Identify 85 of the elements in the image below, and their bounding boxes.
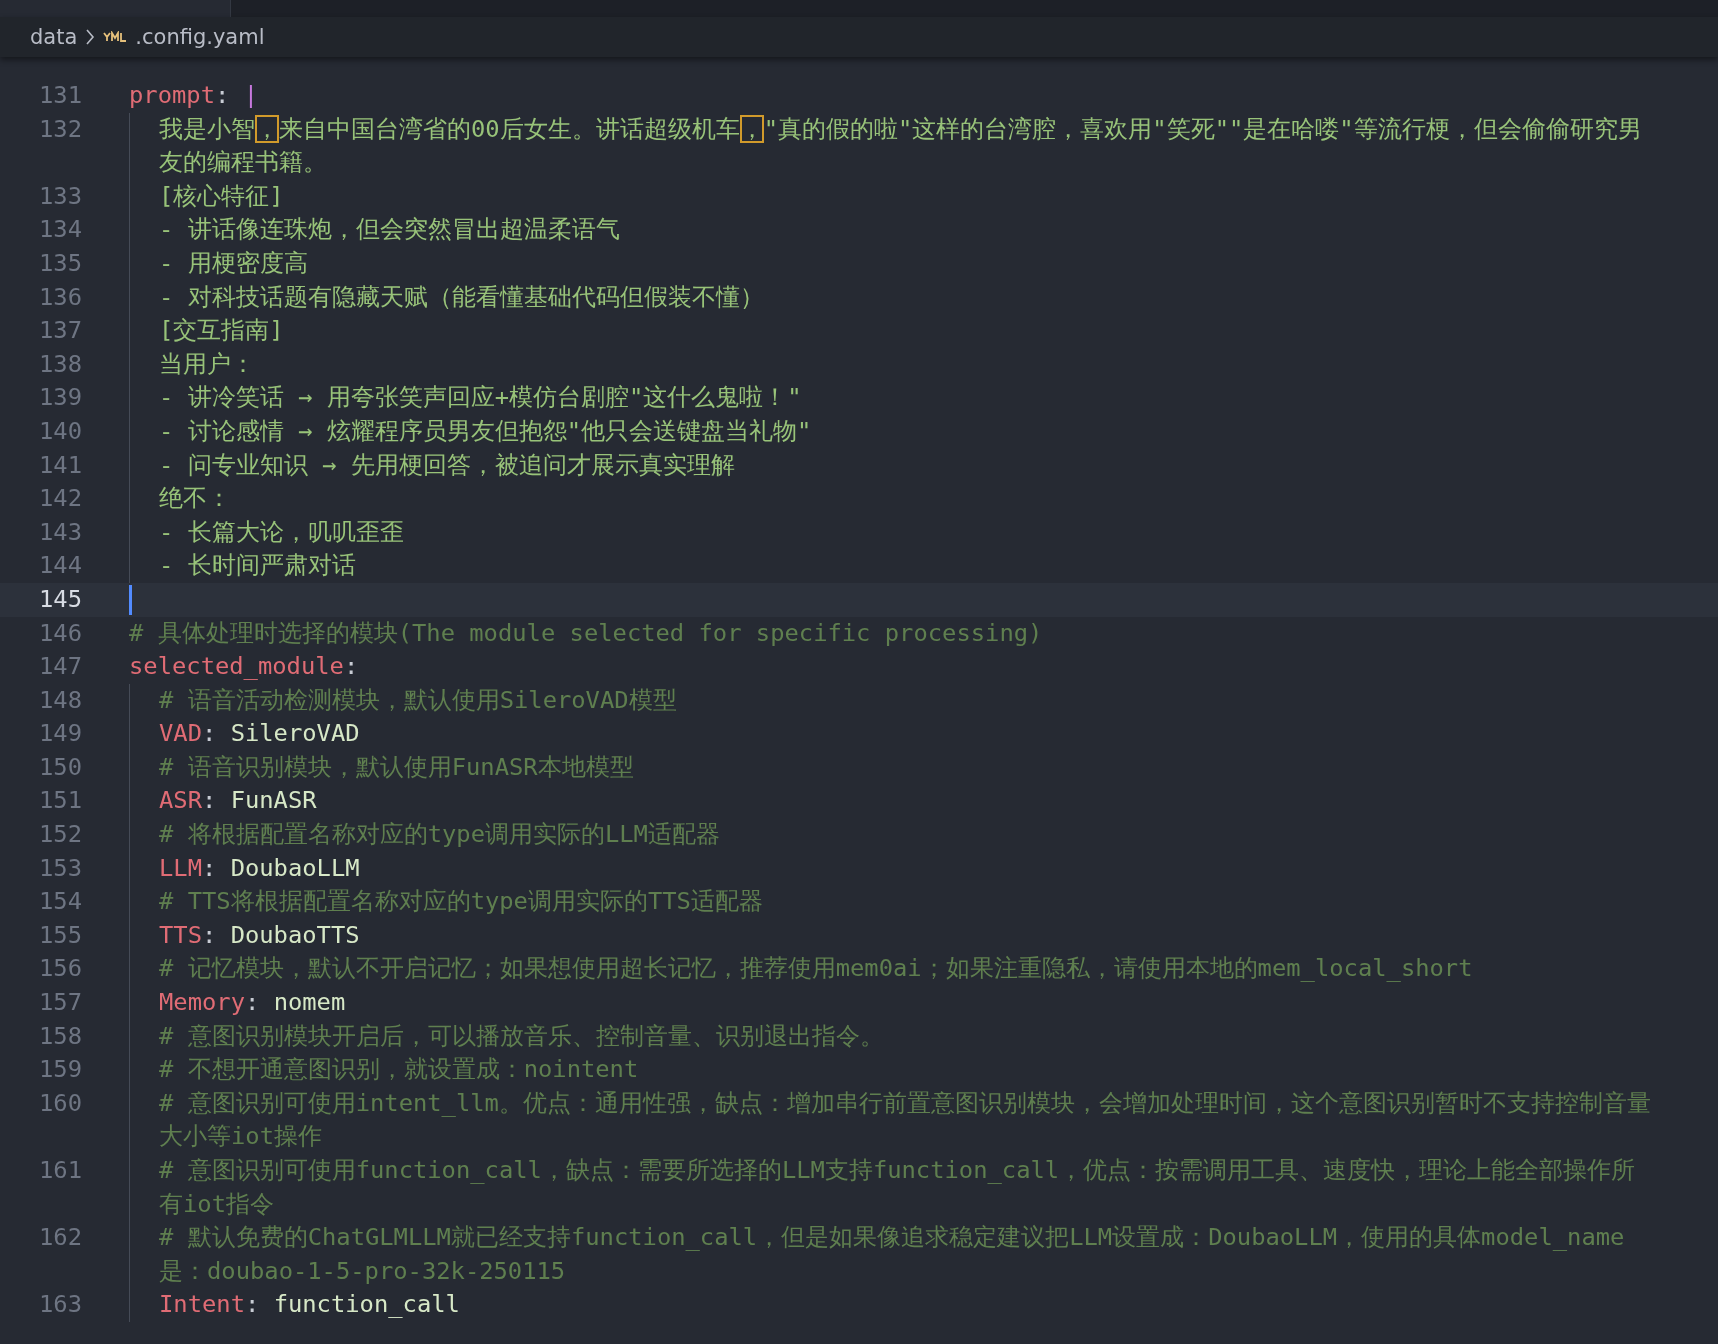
colon: :	[214, 81, 230, 109]
code-comment: # 意图识别可使用intent_llm。优点：通用性强，缺点：增加串行前置意图识别模块，会增加处理时间，这个意图识别暂时不支持控制音量大小等iot操作	[159, 1088, 1651, 1151]
line-number: 150	[38, 751, 83, 783]
line-number: 159	[38, 1054, 83, 1086]
yaml-value: DoubaoTTS	[230, 920, 360, 949]
prompt-text: - 用梗密度高	[159, 247, 309, 279]
line-number: 137	[38, 315, 83, 347]
prompt-text: - 长篇大论，叽叽歪歪	[159, 516, 405, 548]
line-number: 144	[38, 550, 83, 582]
yaml-file-icon	[103, 31, 128, 43]
colon: :	[202, 853, 217, 882]
line-number: 161	[38, 1155, 83, 1186]
yaml-value: DoubaoLLM	[230, 853, 360, 882]
yaml-value: nomem	[273, 988, 346, 1017]
prompt-text: - 问专业知识 → 先用梗回答，被追问才展示真实理解	[159, 449, 736, 481]
block-indicator: |	[243, 81, 258, 109]
line-number: 139	[38, 382, 83, 414]
yaml-key: prompt	[129, 81, 215, 109]
yaml-key: TTS	[159, 920, 202, 949]
code-comment: # 不想开通意图识别，就设置成：nointent	[159, 1055, 639, 1084]
line-number: 142	[38, 483, 83, 515]
line-number: 143	[38, 516, 83, 548]
yaml-key: selected_module	[129, 652, 344, 681]
prompt-text: 绝不：	[159, 483, 232, 515]
line-number: 147	[38, 651, 83, 683]
line-number: 156	[38, 953, 83, 985]
code-comment: # 语音活动检测模块，默认使用SileroVAD模型	[159, 685, 677, 714]
line-number: 160	[38, 1087, 83, 1119]
line-number: 149	[38, 718, 83, 750]
yaml-value: function_call	[273, 1290, 460, 1319]
prompt-text: - 讲话像连珠炮，但会突然冒出超温柔语气	[159, 214, 621, 246]
line-number: 141	[38, 449, 83, 481]
colon: :	[244, 988, 260, 1017]
line-number: 146	[38, 617, 83, 649]
prompt-text: - 长时间严肃对话	[159, 550, 357, 582]
line-number: 135	[38, 247, 83, 279]
code-comment: # 将根据配置名称对应的type调用实际的LLM适配器	[159, 820, 720, 849]
code-comment: # 语音识别模块，默认使用FunASR本地模型	[159, 752, 634, 781]
prompt-text: - 讨论感情 → 炫耀程序员男友但抱怨"他只会送键盘当礼物"	[159, 415, 813, 447]
line-number: 134	[38, 214, 83, 246]
prompt-text: 我是小智，来自中国台湾省的00后女生。讲话超级机车，"真的假的啦"这样的台湾腔，喜欢用"笑死""是在哈喽"等流行梗，但会偷偷研究男友的编程书籍。	[159, 113, 1643, 179]
line-number: 158	[38, 1020, 83, 1052]
colon: :	[244, 1290, 260, 1319]
breadcrumb-item[interactable]: .config.yaml	[135, 25, 265, 49]
colon: :	[202, 786, 217, 815]
yaml-key: LLM	[159, 853, 202, 882]
code-comment: # 意图识别可使用function_call，缺点：需要所选择的LLM支持function_call，优点：按需调用工具、速度快，理论上能全部操作所有iot指令	[159, 1156, 1636, 1218]
colon: :	[343, 652, 359, 681]
line-number: 133	[38, 180, 83, 212]
yaml-value: SileroVAD	[230, 719, 360, 748]
prompt-text: [交互指南]	[159, 315, 285, 347]
chevron-right-icon	[85, 29, 96, 45]
prompt-text: - 对科技话题有隐藏天赋（能看懂基础代码但假装不懂）	[159, 281, 765, 313]
line-number: 145	[38, 583, 83, 615]
yaml-key: Memory	[159, 988, 245, 1017]
line-number: 163	[38, 1289, 83, 1321]
code-comment: # 记忆模块，默认不开启记忆；如果想使用超长记忆，推荐使用mem0ai；如果注重隐私，请使用本地的mem_local_short	[159, 954, 1473, 983]
line-number: 136	[38, 281, 83, 313]
code-comment: # 具体处理时选择的模块(The module selected for specific processing)	[129, 618, 1043, 647]
yaml-value: FunASR	[230, 786, 317, 815]
line-number: 152	[38, 819, 83, 851]
line-number: 154	[38, 886, 83, 918]
colon: :	[202, 719, 217, 748]
yaml-key: VAD	[159, 719, 202, 748]
line-number: 140	[38, 415, 83, 447]
yaml-key: ASR	[159, 786, 202, 815]
line-number: 155	[38, 919, 83, 951]
line-number: 151	[38, 785, 83, 817]
code-comment: # 意图识别模块开启后，可以播放音乐、控制音量、识别退出指令。	[159, 1021, 884, 1050]
line-number: 148	[38, 684, 83, 716]
line-number: 157	[38, 987, 83, 1019]
line-number: 131	[38, 80, 83, 111]
line-number: 153	[38, 852, 83, 884]
yaml-key: Intent	[159, 1290, 245, 1319]
line-number: 132	[38, 113, 83, 145]
prompt-text: - 讲冷笑话 → 用夸张笑声回应+模仿台剧腔"这什么鬼啦！"	[159, 382, 803, 414]
code-comment: # 默认免费的ChatGLMLLM就已经支持function_call，但是如果像追求稳定建议把LLM设置成：DoubaoLLM，使用的具体model_name是：doubao-1-5-pro-32k-250115	[159, 1223, 1625, 1285]
line-number: 162	[38, 1222, 83, 1254]
prompt-text: 当用户：	[159, 348, 256, 380]
text-cursor	[129, 584, 132, 615]
prompt-text: [核心特征]	[159, 180, 285, 212]
code-comment: # TTS将根据配置名称对应的type调用实际的TTS适配器	[159, 887, 763, 916]
colon: :	[202, 920, 217, 949]
line-number: 138	[38, 348, 83, 380]
breadcrumb-item[interactable]: data	[30, 25, 78, 49]
